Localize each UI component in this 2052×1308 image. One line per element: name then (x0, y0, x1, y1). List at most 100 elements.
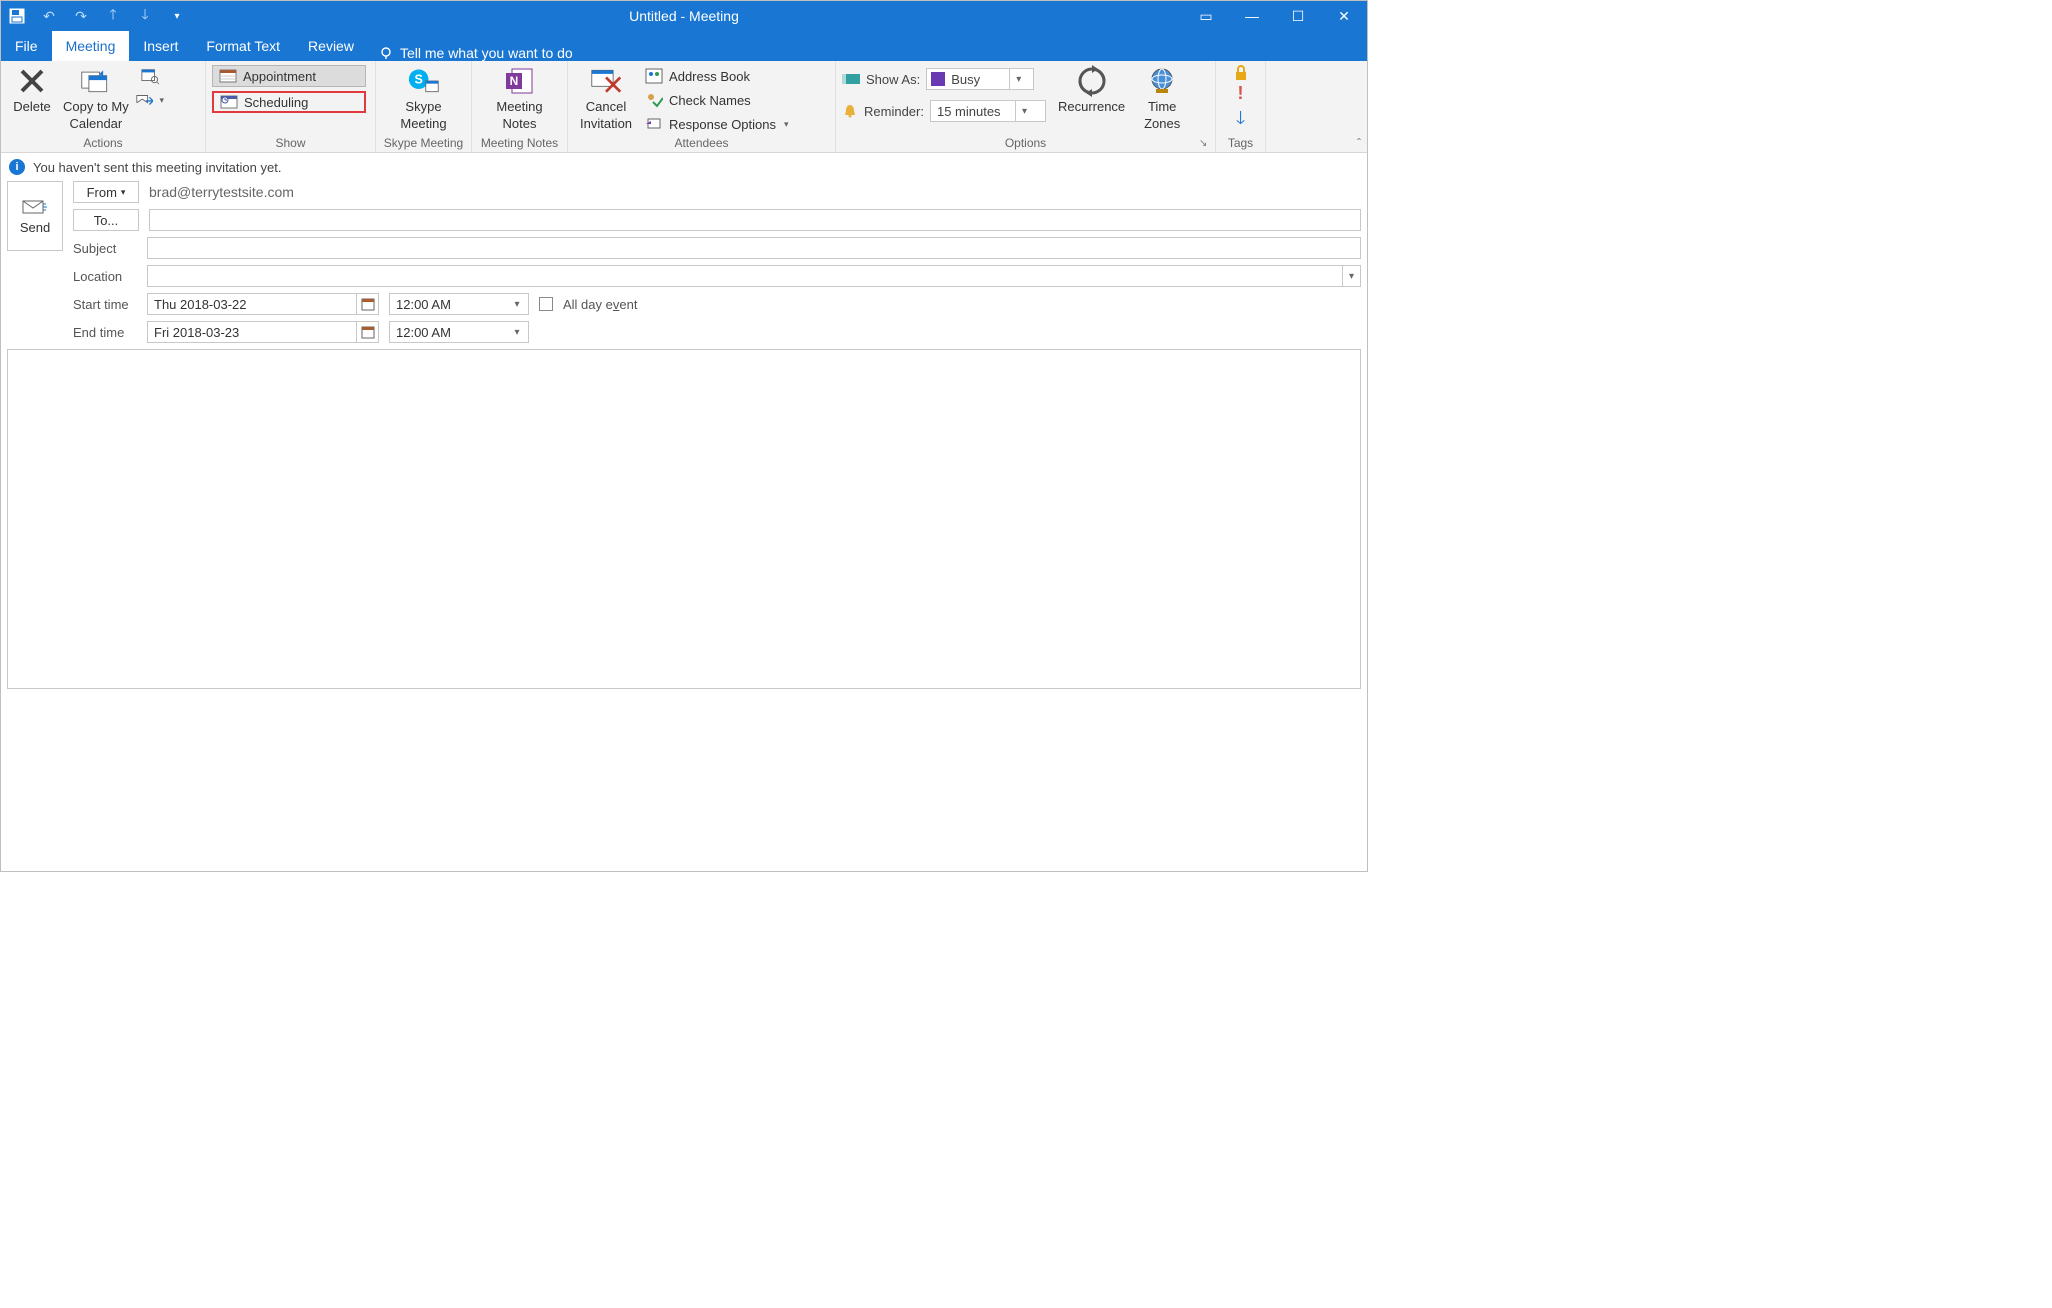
tab-review[interactable]: Review (294, 31, 368, 61)
location-label: Location (73, 269, 137, 284)
reminder-combo[interactable]: 15 minutes ▾ (930, 100, 1046, 122)
chevron-down-icon[interactable]: ▾ (1342, 266, 1360, 286)
tab-file[interactable]: File (1, 31, 52, 61)
response-options-button[interactable]: Response Options ▾ (638, 113, 795, 135)
redo-icon[interactable]: ↷ (65, 1, 97, 31)
info-text: You haven't sent this meeting invitation… (33, 160, 281, 175)
group-tags: ! 🡓 Tags (1216, 61, 1266, 152)
reminder-icon (842, 103, 858, 119)
next-item-icon[interactable]: 🡓 (129, 1, 161, 31)
show-as-combo[interactable]: Busy ▾ (926, 68, 1034, 90)
chevron-down-icon: ▾ (121, 187, 126, 198)
customize-qat-icon[interactable]: ▾ (161, 1, 193, 31)
end-date-input[interactable]: Fri 2018-03-23 (147, 321, 379, 343)
calendar-copy-icon (80, 65, 112, 97)
high-importance-button[interactable]: ! (1238, 83, 1244, 104)
private-button[interactable] (1233, 65, 1249, 81)
busy-swatch-icon (931, 72, 945, 86)
ribbon: Delete Copy to My Calendar (1, 61, 1367, 153)
address-book-button[interactable]: Address Book (638, 65, 795, 87)
close-button[interactable]: ✕ (1321, 1, 1367, 31)
to-button[interactable]: To... (73, 209, 139, 231)
arrow-down-icon: 🡓 (1236, 108, 1245, 128)
window-title: Untitled - Meeting (629, 8, 739, 24)
globe-icon (1146, 65, 1178, 97)
previous-item-icon[interactable]: 🡑 (97, 1, 129, 31)
recurrence-button[interactable]: Recurrence (1052, 63, 1131, 116)
chevron-down-icon: ▾ (1015, 101, 1033, 121)
group-attendees: Cancel Invitation Address Book Check Nam… (568, 61, 836, 152)
group-skype-meeting: S Skype Meeting Skype Meeting (376, 61, 472, 152)
ribbon-display-options-icon[interactable]: ▭ (1183, 1, 1229, 31)
appointment-button[interactable]: Appointment (212, 65, 366, 87)
location-input[interactable]: ▾ (147, 265, 1361, 287)
send-icon (22, 198, 48, 216)
message-body[interactable] (7, 349, 1361, 689)
tell-me-search[interactable]: Tell me what you want to do (368, 45, 583, 61)
info-icon: i (9, 159, 25, 175)
tab-insert[interactable]: Insert (129, 31, 192, 61)
svg-text:S: S (414, 73, 422, 87)
window-controls: ▭ — ☐ ✕ (1183, 1, 1367, 31)
skype-meeting-button[interactable]: S Skype Meeting (394, 63, 452, 133)
start-date-input[interactable]: Thu 2018-03-22 (147, 293, 379, 315)
undo-icon[interactable]: ↶ (33, 1, 65, 31)
tab-meeting[interactable]: Meeting (52, 31, 130, 61)
end-time-label: End time (73, 325, 137, 340)
lock-icon (1233, 65, 1249, 81)
calendar-picker-icon[interactable] (356, 294, 378, 314)
svg-text:N: N (509, 74, 518, 88)
scheduling-button[interactable]: Scheduling (212, 91, 366, 113)
delete-button[interactable]: Delete (7, 63, 57, 116)
calendar-button[interactable] (135, 65, 165, 87)
delete-icon (16, 65, 48, 97)
skype-icon: S (408, 65, 440, 97)
exclamation-icon: ! (1238, 83, 1244, 103)
calendar-picker-icon[interactable] (356, 322, 378, 342)
lightbulb-icon (378, 45, 394, 61)
start-time-input[interactable]: 12:00 AM ▾ (389, 293, 529, 315)
ribbon-tabs: File Meeting Insert Format Text Review T… (1, 31, 1367, 61)
check-names-button[interactable]: Check Names (638, 89, 795, 111)
quick-access-toolbar: ↶ ↷ 🡑 🡓 ▾ (1, 1, 193, 31)
chevron-down-icon[interactable]: ▾ (506, 322, 528, 342)
to-input[interactable] (149, 209, 1361, 231)
cancel-invitation-button[interactable]: Cancel Invitation (574, 63, 638, 133)
info-bar: i You haven't sent this meeting invitati… (1, 153, 1367, 181)
maximize-button[interactable]: ☐ (1275, 1, 1321, 31)
meeting-form: Send From ▾ brad@terrytestsite.com To...… (1, 181, 1367, 343)
tab-format-text[interactable]: Format Text (192, 31, 294, 61)
all-day-checkbox[interactable] (539, 297, 553, 311)
end-time-input[interactable]: 12:00 AM ▾ (389, 321, 529, 343)
from-value: brad@terrytestsite.com (149, 184, 294, 200)
dialog-launcher-icon[interactable]: ↘ (1199, 138, 1211, 150)
calendar-search-icon (141, 67, 159, 85)
subject-input[interactable] (147, 237, 1361, 259)
meeting-notes-button[interactable]: N Meeting Notes (490, 63, 548, 133)
minimize-button[interactable]: — (1229, 1, 1275, 31)
forward-icon (135, 91, 153, 109)
title-bar: ↶ ↷ 🡑 🡓 ▾ Untitled - Meeting ▭ — ☐ ✕ (1, 1, 1367, 31)
low-importance-button[interactable]: 🡓 (1236, 106, 1245, 136)
time-zones-button[interactable]: Time Zones (1137, 63, 1187, 133)
onenote-icon: N (504, 65, 536, 97)
response-options-icon (645, 115, 663, 133)
collapse-ribbon-icon[interactable]: ˆ (1357, 136, 1361, 150)
reminder-label: Reminder: (864, 104, 924, 119)
check-names-icon (645, 91, 663, 109)
recurrence-icon (1076, 65, 1108, 97)
group-actions: Delete Copy to My Calendar (1, 61, 206, 152)
chevron-down-icon[interactable]: ▾ (506, 294, 528, 314)
show-as-label: Show As: (866, 72, 920, 87)
group-options: Show As: Busy ▾ Reminder: 15 minutes ▾ (836, 61, 1216, 152)
cancel-invitation-icon (590, 65, 622, 97)
from-button[interactable]: From ▾ (73, 181, 139, 203)
copy-to-my-calendar-button[interactable]: Copy to My Calendar (57, 63, 135, 133)
address-book-icon (645, 67, 663, 85)
subject-label: Subject (73, 241, 137, 256)
all-day-label: All day event (563, 297, 637, 312)
start-time-label: Start time (73, 297, 137, 312)
forward-button[interactable]: ▾ (135, 89, 165, 111)
save-icon[interactable] (1, 1, 33, 31)
send-button[interactable]: Send (7, 181, 63, 251)
